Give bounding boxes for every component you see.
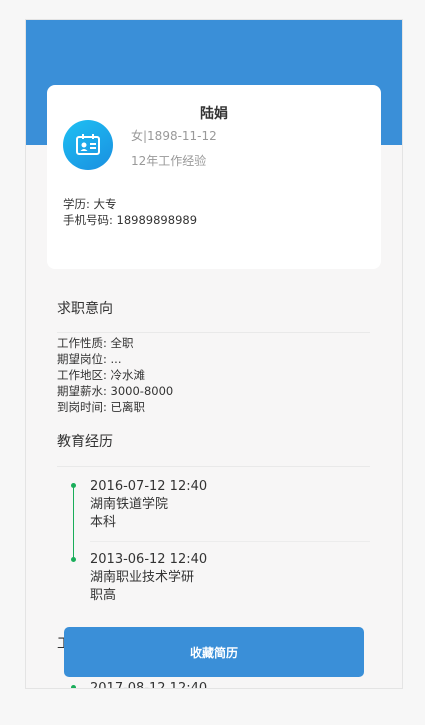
entry-divider xyxy=(90,541,370,542)
timeline-dot xyxy=(71,685,76,688)
section-divider xyxy=(57,332,370,333)
profile-card: 陆娟 女|1898-11-12 12年工作经验 学历: 大专 手机号码: 189… xyxy=(47,85,381,269)
job-intention-title: 求职意向 xyxy=(57,301,113,317)
education-level: 学历: 大专 xyxy=(63,197,117,211)
desired-position-field: 期望岗位: ... xyxy=(57,352,122,366)
phone-number: 手机号码: 18989898989 xyxy=(63,213,198,227)
timeline-dot xyxy=(71,557,76,562)
candidate-name: 陆娟 xyxy=(200,106,228,122)
education-school: 湖南职业技术学研 xyxy=(90,570,195,585)
timeline-line xyxy=(73,485,74,561)
job-intention-list: 工作性质: 全职 期望岗位: ... 工作地区: 冷水滩 期望薪水: 3000-… xyxy=(57,335,173,415)
education-degree: 职高 xyxy=(90,588,117,603)
resume-page: 陆娟 女|1898-11-12 12年工作经验 学历: 大专 手机号码: 189… xyxy=(25,19,403,689)
education-school: 湖南铁道学院 xyxy=(90,497,169,512)
education-entry: 2016-07-12 12:40 湖南铁道学院 本科 xyxy=(90,478,207,532)
work-experience-years: 12年工作经验 xyxy=(131,154,207,168)
id-card-icon xyxy=(76,134,100,155)
sex-birthdate: 女|1898-11-12 xyxy=(131,129,217,143)
work-area-field: 工作地区: 冷水滩 xyxy=(57,368,146,382)
collect-resume-button[interactable]: 收藏简历 xyxy=(64,627,364,677)
avatar xyxy=(63,120,113,170)
availability-field: 到岗时间: 已离职 xyxy=(57,400,146,414)
education-entry: 2013-06-12 12:40 湖南职业技术学研 职高 xyxy=(90,551,207,605)
expected-salary-field: 期望薪水: 3000-8000 xyxy=(57,384,174,398)
work-history-date: 2017-08-12 12:40 xyxy=(90,681,208,689)
education-title: 教育经历 xyxy=(57,434,113,450)
section-divider xyxy=(57,466,370,467)
timeline-dot xyxy=(71,483,76,488)
job-type-field: 工作性质: 全职 xyxy=(57,336,134,350)
education-date: 2016-07-12 12:40 xyxy=(90,479,208,494)
education-date: 2013-06-12 12:40 xyxy=(90,552,208,567)
education-degree: 本科 xyxy=(90,515,117,530)
